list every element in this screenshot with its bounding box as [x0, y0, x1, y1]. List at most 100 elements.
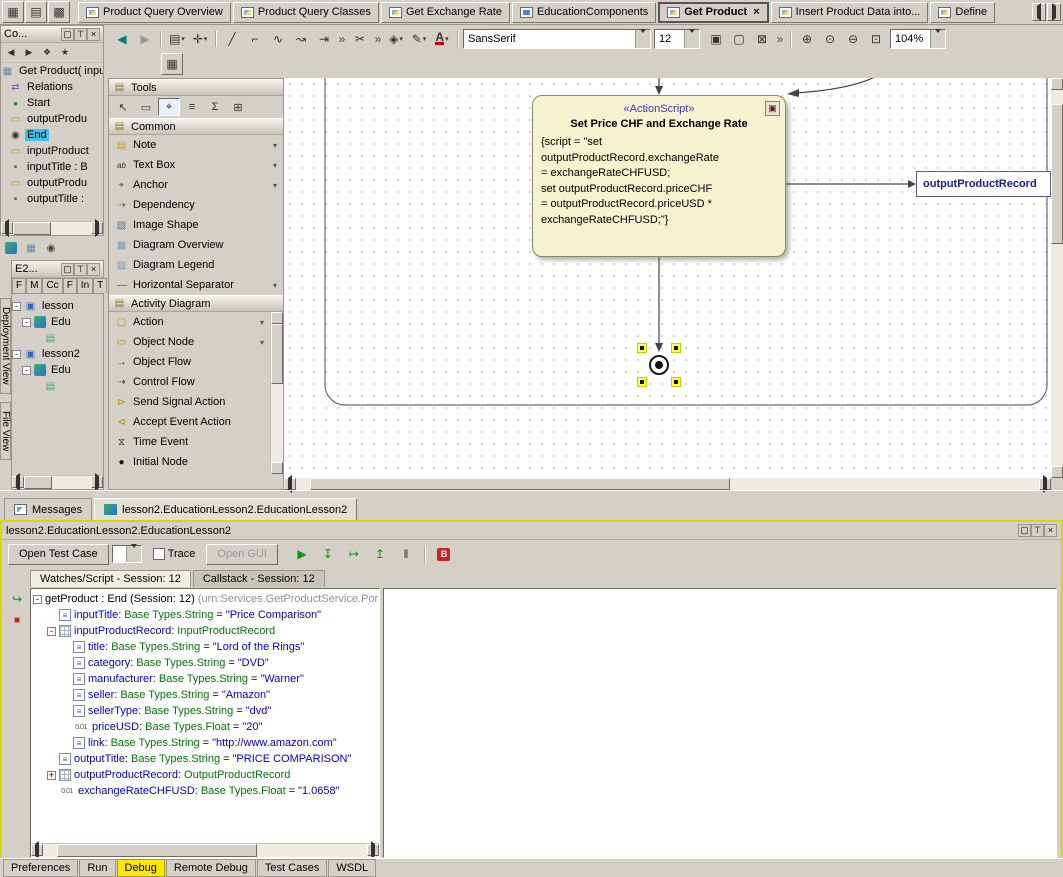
palette-item[interactable]: Horizontal Separator ▾ — [109, 275, 283, 295]
expand-toggle[interactable]: - — [12, 302, 21, 311]
palette-item[interactable]: Object Node ▾ — [109, 332, 270, 352]
palette-header-activity[interactable]: Activity Diagram — [109, 295, 283, 312]
session-tab[interactable]: Callstack - Session: 12 — [193, 570, 325, 587]
font-color-icon[interactable]: A ▾ — [431, 28, 453, 50]
diagrams-icon[interactable]: ▦ — [2, 1, 24, 23]
pencil-icon[interactable]: ✎ ▾ — [408, 28, 430, 50]
forward-icon[interactable]: ▶ — [21, 45, 37, 61]
overflow-chevron[interactable]: » — [336, 28, 348, 50]
tree-item[interactable]: inputProduct — [1, 143, 103, 159]
close-button[interactable]: × — [87, 28, 100, 41]
document-tab[interactable]: Insert Product Data into... — [771, 2, 929, 23]
zoom-select[interactable]: 104% — [890, 29, 946, 49]
chevron-down-icon[interactable] — [684, 30, 699, 48]
expand-toggle[interactable]: - — [47, 627, 56, 636]
chevron-down-icon[interactable] — [126, 546, 141, 562]
status-tab[interactable]: WSDL — [328, 859, 376, 877]
test-case-select[interactable] — [112, 545, 142, 563]
tab-deployment-view[interactable]: Deployment View — [0, 298, 11, 394]
scroll-left-icon[interactable] — [284, 478, 296, 490]
distribute-tool-icon[interactable]: Σ — [204, 98, 226, 116]
pause-icon[interactable]: ‖ — [395, 543, 417, 565]
open-test-case-button[interactable]: Open Test Case — [8, 544, 109, 565]
layout-icon[interactable]: ▦ — [161, 53, 183, 75]
zoom-fit-icon[interactable]: ⊡ — [865, 28, 887, 50]
vertical-scrollbar[interactable] — [270, 312, 283, 474]
attach-icon[interactable]: ⇥ — [313, 28, 335, 50]
horizontal-scrollbar[interactable] — [31, 843, 379, 857]
tree-item[interactable]: Get Product( inpu — [1, 63, 103, 79]
document-tab[interactable]: Define — [930, 2, 995, 23]
step-over-icon[interactable]: ↦ — [343, 543, 365, 565]
chevron-down-icon[interactable] — [930, 30, 945, 48]
cut-icon[interactable]: ✂ — [349, 28, 371, 50]
horizontal-scrollbar[interactable] — [12, 475, 103, 489]
select-tool-icon[interactable]: ↖ — [112, 98, 134, 116]
chevron-down-icon[interactable]: ▾ — [273, 281, 277, 290]
close-button[interactable]: × — [1044, 524, 1057, 537]
rectilinear-line-icon[interactable]: ⌐ — [244, 28, 266, 50]
palette-item[interactable]: Dependency — [109, 195, 283, 215]
browser-tab[interactable]: F — [12, 278, 26, 293]
status-tab[interactable]: Run — [79, 859, 115, 877]
document-tab[interactable]: Get Exchange Rate — [381, 2, 510, 23]
diagram-canvas[interactable]: «ActionScript» Set Price CHF and Exchang… — [284, 78, 1051, 478]
tree-item[interactable]: inputTitle : B — [1, 159, 103, 175]
chevron-down-icon[interactable]: ▾ — [260, 318, 264, 327]
swimlane-tool-icon[interactable]: ⊞ — [227, 98, 249, 116]
continue-icon[interactable]: ↪ — [9, 591, 25, 607]
scroll-right-icon[interactable] — [91, 222, 103, 234]
script-pane[interactable] — [383, 588, 1057, 858]
trace-checkbox[interactable] — [153, 548, 165, 560]
expand-toggle[interactable]: - — [22, 366, 31, 375]
expand-toggle[interactable]: - — [22, 318, 31, 327]
paste-format-icon[interactable]: ▢ — [728, 28, 750, 50]
browser-tab[interactable]: In — [77, 278, 93, 293]
bezier-line-icon[interactable]: ∿ — [267, 28, 289, 50]
document-tab[interactable]: Product Query Classes — [233, 2, 379, 23]
watch-row[interactable]: manufacturer: Base Types.String = "Warne… — [33, 671, 379, 687]
watch-row[interactable]: outputTitle: Base Types.String = "PRICE … — [33, 751, 379, 767]
palette-header-common[interactable]: Common — [109, 118, 283, 135]
scroll-left-icon[interactable] — [31, 844, 43, 856]
browser-tab[interactable]: M — [26, 278, 42, 293]
scroll-down-icon[interactable] — [1051, 466, 1063, 478]
browser-tab[interactable]: Cc — [42, 278, 62, 293]
document-tab[interactable]: Product Query Overview — [78, 2, 231, 23]
watches-pane[interactable]: - getProduct : End (Session: 12) (urn:Se… — [30, 588, 380, 858]
palette-item[interactable]: Send Signal Action — [109, 392, 270, 412]
watch-row[interactable]: priceUSD: Base Types.Float = "20" — [33, 719, 379, 735]
font-select[interactable]: SansSerif — [463, 29, 651, 49]
open-diagram-icon[interactable]: ❖ — [39, 45, 55, 61]
palette-item[interactable]: Image Shape — [109, 215, 283, 235]
scroll-right-icon[interactable] — [367, 844, 379, 856]
selection-handle[interactable] — [671, 377, 681, 387]
browser-tab[interactable]: F — [63, 278, 77, 293]
pan-tool-icon[interactable]: ⌖ — [158, 98, 180, 116]
marquee-tool-icon[interactable]: ▭ — [135, 98, 157, 116]
copy-format-icon[interactable]: ▣ — [705, 28, 727, 50]
windows-icon[interactable]: ▩ — [48, 1, 70, 23]
scroll-up-icon[interactable] — [271, 312, 283, 324]
stop-icon[interactable]: ■ — [9, 613, 25, 629]
status-tab[interactable]: Debug — [117, 859, 165, 877]
browser-tab[interactable]: T — [93, 278, 107, 293]
tree-item[interactable]: Relations — [1, 79, 103, 95]
back-icon[interactable]: ◀ — [111, 28, 133, 50]
status-tab[interactable]: Remote Debug — [166, 859, 256, 877]
clear-format-icon[interactable]: ⊠ — [751, 28, 773, 50]
overflow-chevron[interactable]: » — [372, 28, 384, 50]
selection-handle[interactable] — [671, 343, 681, 353]
scroll-left-icon[interactable] — [12, 476, 24, 488]
expand-toggle[interactable]: - — [12, 350, 21, 359]
watch-root-row[interactable]: - getProduct : End (Session: 12) (urn:Se… — [33, 591, 379, 607]
palette-item[interactable]: Control Flow — [109, 372, 270, 392]
forward-icon[interactable]: ▶ — [134, 28, 156, 50]
palette-item[interactable]: Anchor ▾ — [109, 175, 283, 195]
horizontal-scrollbar[interactable] — [284, 478, 1051, 490]
palette-item[interactable]: Diagram Overview — [109, 235, 283, 255]
e2e-icon[interactable] — [3, 240, 19, 256]
grid-icon[interactable]: ✛ ▾ — [189, 28, 211, 50]
palette-item[interactable]: Accept Event Action — [109, 412, 270, 432]
zoom-100-icon[interactable]: ⊙ — [819, 28, 841, 50]
